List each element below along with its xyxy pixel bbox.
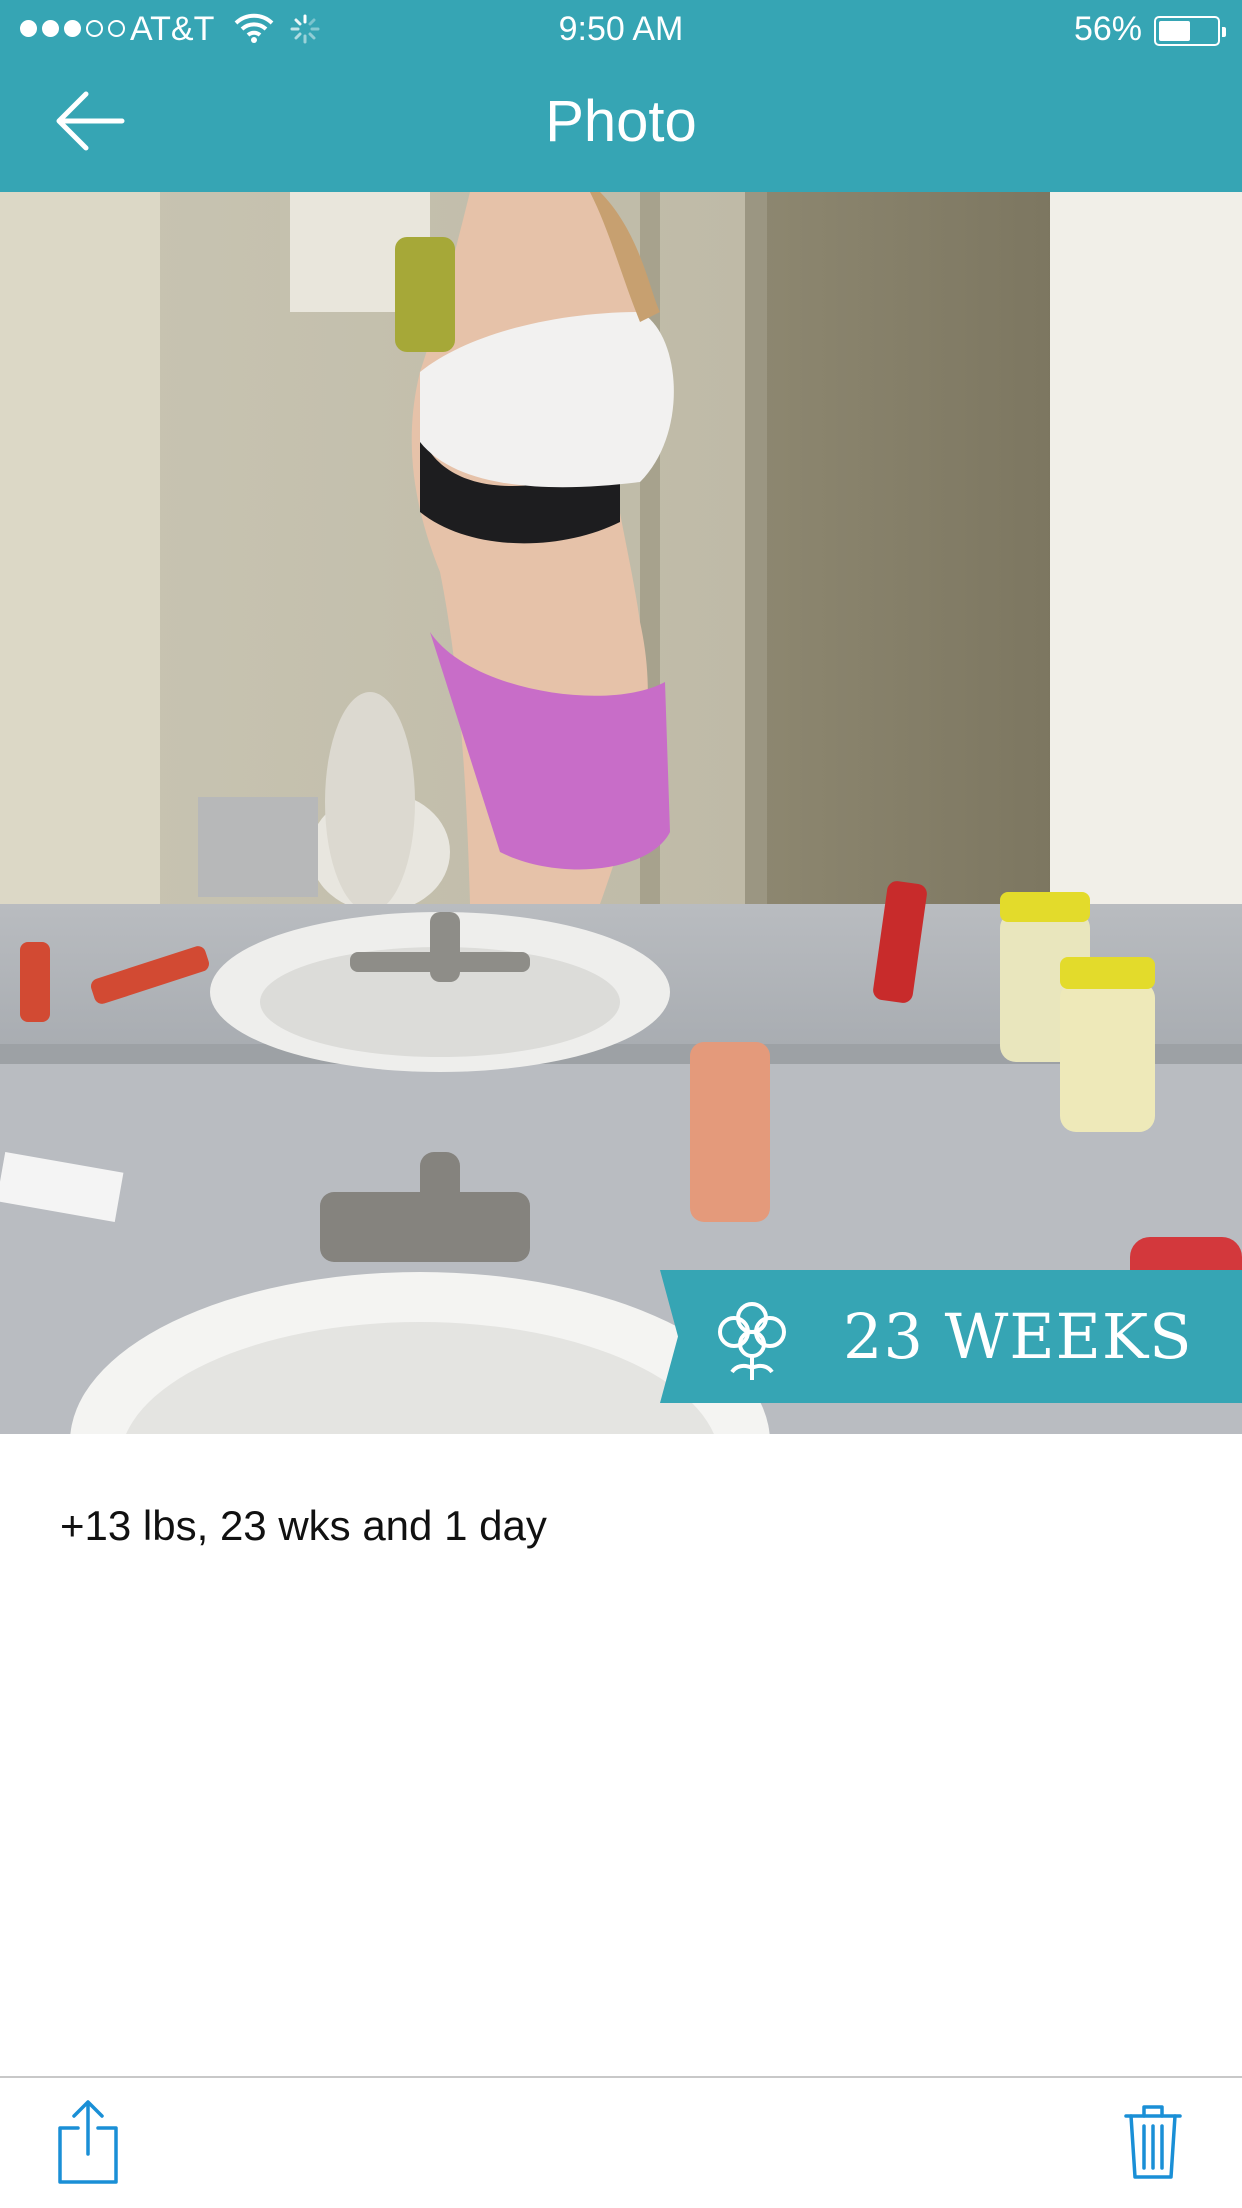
page-title: Photo (545, 89, 697, 154)
progress-photo (0, 192, 1242, 1434)
battery-icon (1154, 16, 1226, 46)
photo-caption: +13 lbs, 23 wks and 1 day (60, 1502, 547, 1549)
trash-icon[interactable] (1124, 2102, 1182, 2180)
clock: 9:50 AM (558, 10, 684, 48)
toolbar-divider (0, 2076, 1242, 2078)
share-icon[interactable] (56, 2098, 120, 2184)
battery-percent: 56% (1073, 10, 1142, 48)
status-bar: AT&T 9:50 AM 56% (0, 0, 1242, 60)
weeks-label: 23 WEEKS (843, 1300, 1193, 1373)
header-bar: AT&T 9:50 AM 56% Photo (0, 0, 1242, 192)
flower-icon (718, 1302, 786, 1380)
weeks-badge: 23 WEEKS (660, 1270, 1242, 1403)
